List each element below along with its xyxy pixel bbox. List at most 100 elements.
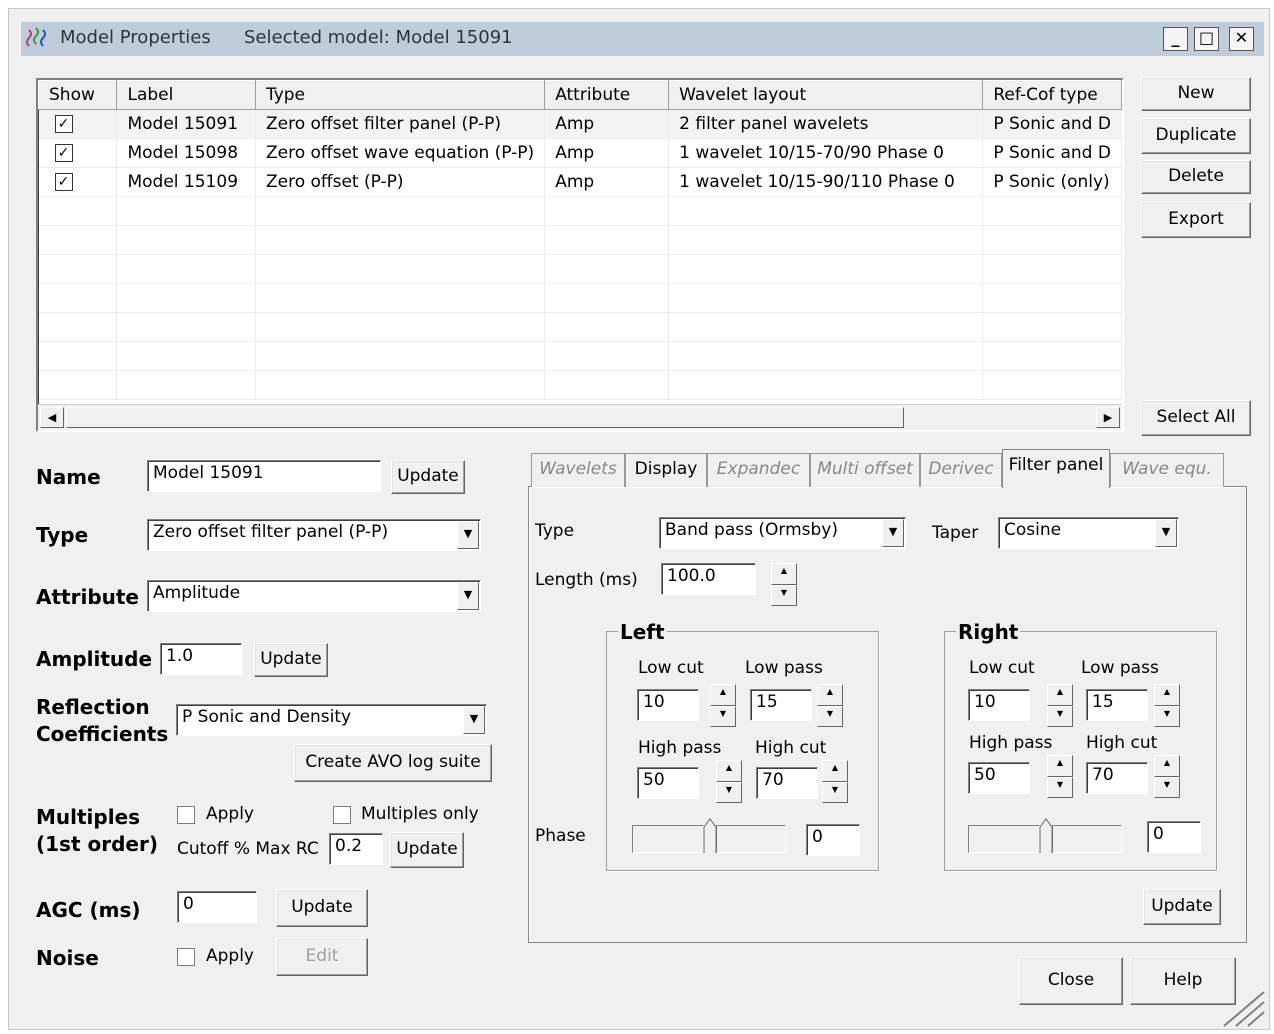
spin-down-icon[interactable]: ▼	[817, 705, 843, 727]
chevron-down-icon[interactable]: ▼	[457, 582, 479, 610]
spin-up-icon[interactable]: ▲	[771, 563, 797, 585]
show-checkbox[interactable]: ✓	[54, 115, 73, 133]
left-high-cut-spinner[interactable]: ▲ ▼	[822, 760, 848, 803]
show-checkbox[interactable]: ✓	[54, 144, 73, 162]
noise-apply-checkbox[interactable]	[177, 948, 195, 966]
table-row[interactable]: ✓ Model 15098 Zero offset wave equation (P…	[38, 138, 1122, 168]
length-spinner[interactable]: ▲ ▼	[771, 563, 797, 606]
right-high-cut-input[interactable]: 70	[1086, 762, 1148, 794]
models-table[interactable]: Show Label Type Attribute Wavelet layout…	[36, 78, 1124, 432]
col-show[interactable]: Show	[38, 80, 118, 110]
spin-down-icon[interactable]: ▼	[716, 781, 742, 803]
show-cell[interactable]: ✓	[38, 167, 118, 197]
spin-up-icon[interactable]: ▲	[1154, 684, 1180, 706]
tab-derived[interactable]: Derivec	[920, 453, 1002, 487]
show-checkbox[interactable]: ✓	[54, 173, 73, 191]
minimize-button[interactable]: _	[1163, 27, 1188, 51]
left-low-cut-input[interactable]: 10	[637, 689, 699, 721]
col-refcof[interactable]: Ref-Cof type	[982, 80, 1122, 110]
chevron-down-icon[interactable]: ▼	[457, 521, 479, 549]
cutoff-input[interactable]: 0.2	[329, 833, 383, 865]
spin-down-icon[interactable]: ▼	[1047, 776, 1073, 798]
right-low-pass-spinner[interactable]: ▲ ▼	[1154, 684, 1180, 727]
col-label[interactable]: Label	[116, 80, 256, 110]
spin-up-icon[interactable]: ▲	[822, 760, 848, 782]
filter-type-select[interactable]: Band pass (Ormsby) ▼	[659, 517, 906, 549]
length-input[interactable]: 100.0	[661, 563, 756, 595]
scroll-right-icon[interactable]: ▶	[1096, 407, 1120, 428]
attribute-select[interactable]: Amplitude ▼	[147, 580, 481, 612]
right-high-cut-spinner[interactable]: ▲ ▼	[1154, 755, 1180, 798]
spin-up-icon[interactable]: ▲	[817, 684, 843, 706]
left-phase-slider[interactable]	[632, 818, 786, 853]
right-low-cut-input[interactable]: 10	[968, 689, 1030, 721]
chevron-down-icon[interactable]: ▼	[1155, 519, 1177, 547]
select-all-button[interactable]: Select All	[1141, 400, 1251, 436]
noise-edit-button[interactable]: Edit	[276, 938, 368, 976]
right-high-pass-input[interactable]: 50	[968, 762, 1030, 794]
col-attribute[interactable]: Attribute	[544, 80, 670, 110]
name-update-button[interactable]: Update	[391, 460, 465, 494]
close-button[interactable]: Close	[1019, 957, 1123, 1005]
slider-thumb-icon[interactable]	[702, 817, 718, 855]
filter-update-button[interactable]: Update	[1143, 889, 1221, 925]
tab-expanded[interactable]: Expandec	[707, 453, 810, 487]
tab-multi-offset[interactable]: Multi offset	[810, 453, 920, 487]
left-phase-input[interactable]: 0	[806, 824, 860, 856]
delete-button[interactable]: Delete	[1141, 160, 1251, 194]
right-high-pass-spinner[interactable]: ▲ ▼	[1047, 755, 1073, 798]
tab-display[interactable]: Display	[625, 453, 707, 487]
spin-down-icon[interactable]: ▼	[710, 705, 736, 727]
left-high-pass-spinner[interactable]: ▲ ▼	[716, 760, 742, 803]
cutoff-update-button[interactable]: Update	[390, 832, 464, 868]
horizontal-scrollbar[interactable]: ◀ ▶	[38, 404, 1122, 430]
right-phase-input[interactable]: 0	[1147, 821, 1201, 853]
reflection-select[interactable]: P Sonic and Density ▼	[176, 704, 487, 736]
duplicate-button[interactable]: Duplicate	[1141, 118, 1251, 154]
right-low-pass-input[interactable]: 15	[1086, 689, 1148, 721]
close-window-button[interactable]: ✕	[1229, 27, 1254, 51]
scroll-left-icon[interactable]: ◀	[40, 407, 64, 428]
amplitude-input[interactable]: 1.0	[160, 643, 242, 675]
col-wavelet[interactable]: Wavelet layout	[668, 80, 984, 110]
amplitude-update-button[interactable]: Update	[254, 643, 328, 677]
type-select[interactable]: Zero offset filter panel (P-P) ▼	[147, 519, 481, 551]
col-type[interactable]: Type	[254, 80, 546, 110]
show-cell[interactable]: ✓	[38, 109, 118, 139]
left-high-cut-input[interactable]: 70	[756, 767, 818, 799]
left-high-pass-input[interactable]: 50	[637, 767, 699, 799]
spin-down-icon[interactable]: ▼	[771, 584, 797, 606]
spin-up-icon[interactable]: ▲	[716, 760, 742, 782]
left-low-cut-spinner[interactable]: ▲ ▼	[710, 684, 736, 727]
spin-down-icon[interactable]: ▼	[822, 781, 848, 803]
multiples-only-checkbox[interactable]	[333, 806, 351, 824]
maximize-button[interactable]: □	[1194, 27, 1219, 51]
tab-wavelets[interactable]: Wavelets	[531, 453, 625, 487]
resize-grip-icon[interactable]	[1220, 990, 1266, 1028]
table-row[interactable]: ✓ Model 15091 Zero offset filter panel (P-…	[38, 109, 1122, 139]
show-cell[interactable]: ✓	[38, 138, 118, 168]
chevron-down-icon[interactable]: ▼	[463, 706, 485, 734]
right-phase-slider[interactable]	[968, 818, 1122, 853]
spin-down-icon[interactable]: ▼	[1154, 705, 1180, 727]
spin-up-icon[interactable]: ▲	[1047, 684, 1073, 706]
export-button[interactable]: Export	[1141, 202, 1251, 238]
agc-update-button[interactable]: Update	[276, 889, 368, 927]
multiples-apply-checkbox[interactable]	[177, 806, 195, 824]
create-avo-button[interactable]: Create AVO log suite	[294, 744, 492, 782]
slider-thumb-icon[interactable]	[1038, 817, 1054, 855]
tab-filter-panel[interactable]: Filter panel	[1002, 449, 1110, 488]
chevron-down-icon[interactable]: ▼	[882, 519, 904, 547]
spin-down-icon[interactable]: ▼	[1154, 776, 1180, 798]
right-low-cut-spinner[interactable]: ▲ ▼	[1047, 684, 1073, 727]
spin-up-icon[interactable]: ▲	[710, 684, 736, 706]
new-button[interactable]: New	[1141, 77, 1251, 111]
scroll-thumb[interactable]	[66, 407, 904, 428]
name-input[interactable]: Model 15091	[147, 460, 381, 492]
spin-up-icon[interactable]: ▲	[1154, 755, 1180, 777]
table-row[interactable]: ✓ Model 15109 Zero offset (P-P) Amp 1 wavele…	[38, 167, 1122, 197]
agc-input[interactable]: 0	[177, 891, 257, 923]
taper-select[interactable]: Cosine ▼	[998, 517, 1179, 549]
spin-up-icon[interactable]: ▲	[1047, 755, 1073, 777]
left-low-pass-spinner[interactable]: ▲ ▼	[817, 684, 843, 727]
